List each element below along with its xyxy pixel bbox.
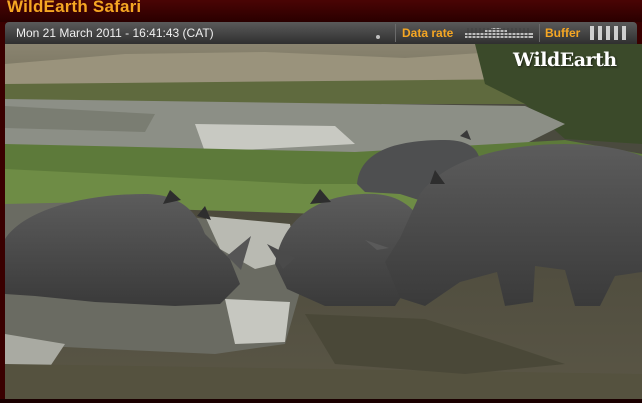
data-rate-meter-icon [465, 28, 533, 40]
video-player[interactable]: WildEarth [5, 44, 642, 399]
stream-info-bar: Mon 21 March 2011 - 16:41:43 (CAT) Data … [5, 22, 637, 44]
data-rate-label: Data rate [402, 26, 454, 40]
title-bar: WildEarth Safari [0, 0, 642, 22]
buffer-label: Buffer [545, 26, 581, 40]
bottom-border [0, 399, 642, 403]
status-dot-icon [376, 35, 380, 39]
buffer-meter-icon [590, 26, 626, 40]
stream-timestamp: Mon 21 March 2011 - 16:41:43 (CAT) [16, 26, 214, 40]
divider [395, 24, 396, 42]
video-frame [5, 44, 642, 399]
app-title: WildEarth Safari [7, 0, 142, 16]
wildearth-logo: WildEarth [513, 49, 617, 71]
divider [539, 24, 540, 42]
